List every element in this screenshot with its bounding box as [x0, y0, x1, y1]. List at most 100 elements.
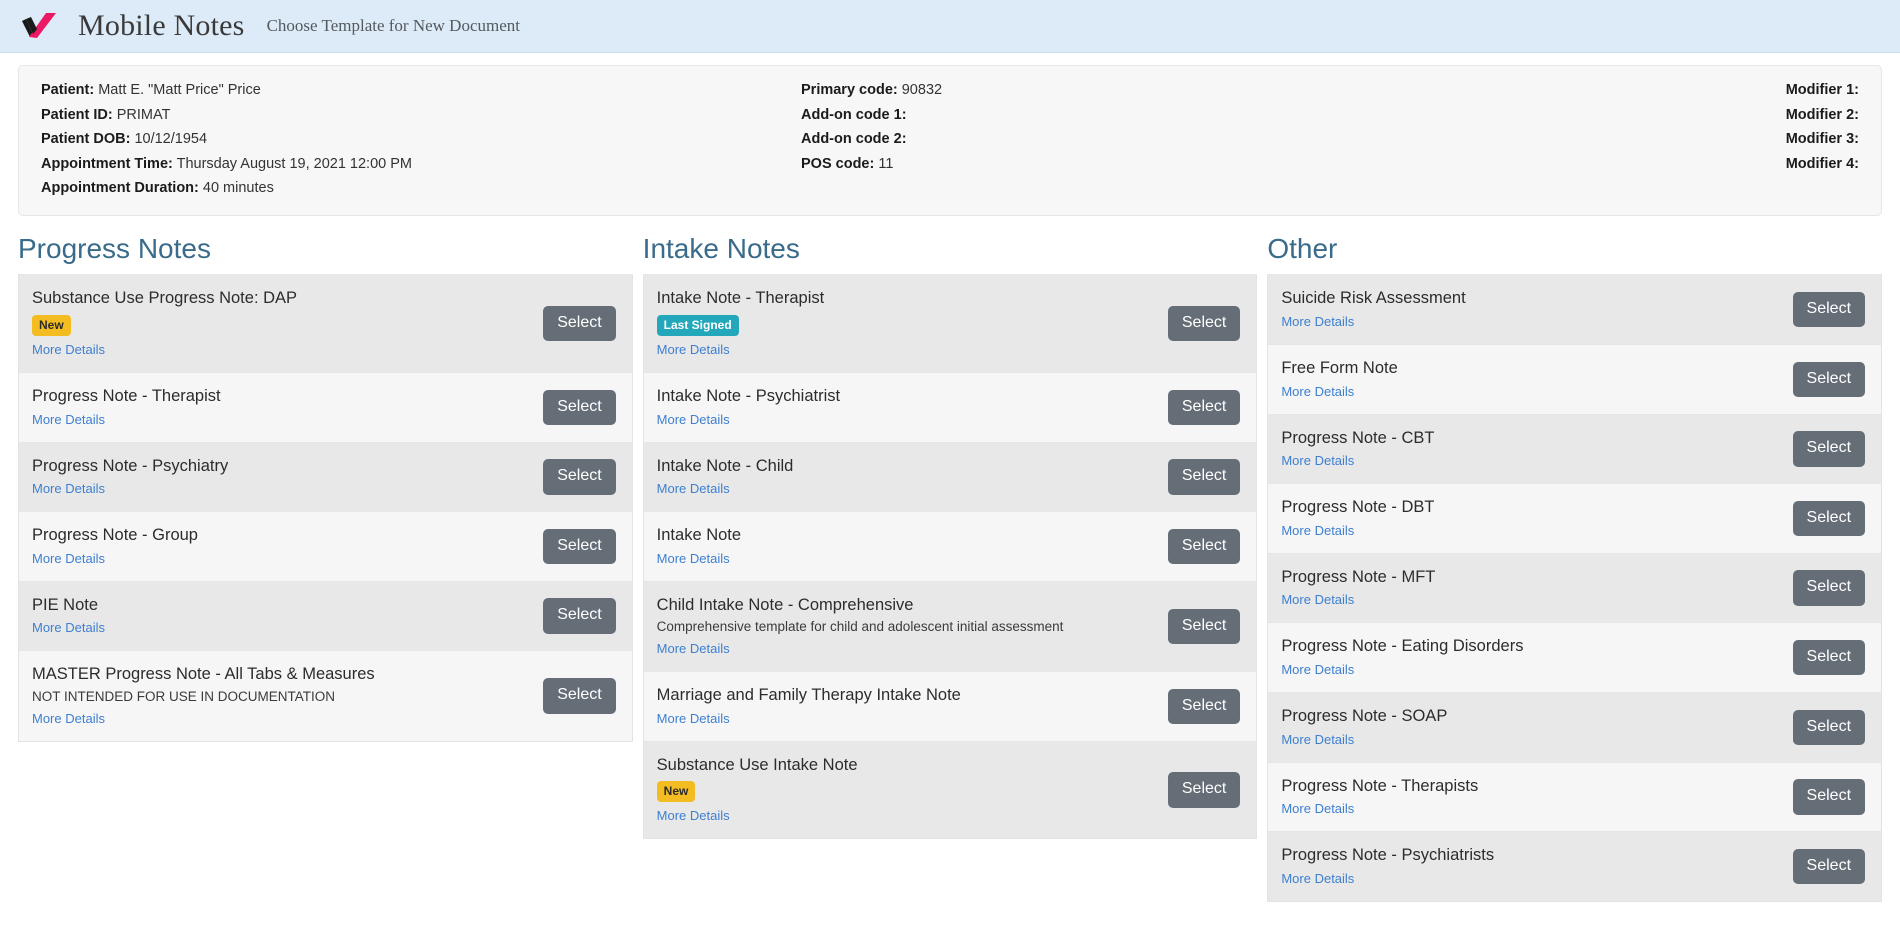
status-badge: Last Signed [656, 314, 739, 336]
patient-field-row: Modifier 1: [1401, 78, 1859, 103]
more-details-link[interactable]: More Details [32, 620, 105, 635]
select-button[interactable]: Select [1792, 709, 1866, 746]
patient-field-row: Modifier 2: [1401, 103, 1859, 128]
select-button[interactable]: Select [1167, 688, 1241, 724]
patient-field-value: 90832 [897, 82, 943, 98]
more-details-link[interactable]: More Details [657, 808, 730, 823]
patient-field-label: Modifier 2: [1785, 106, 1859, 123]
select-button[interactable]: Select [1792, 500, 1866, 537]
more-details-link[interactable]: More Details [32, 481, 105, 496]
more-details-link[interactable]: More Details [32, 711, 105, 726]
select-button[interactable]: Select [1167, 608, 1241, 645]
template-row[interactable]: Substance Use Progress Note: DAP New More … [19, 274, 632, 372]
more-details-link[interactable]: More Details [1281, 314, 1354, 329]
template-info: MASTER Progress Note - All Tabs & Measur… [32, 664, 387, 727]
select-button[interactable]: Select [543, 598, 616, 634]
patient-field-label: Primary code: [801, 82, 898, 98]
more-details-link[interactable]: More Details [1281, 662, 1354, 677]
select-button[interactable]: Select [1167, 772, 1241, 808]
select-button[interactable]: Select [543, 389, 616, 425]
select-button[interactable]: Select [1167, 459, 1241, 495]
template-row[interactable]: Intake Note - Child More Details Select [643, 441, 1257, 512]
template-row[interactable]: PIE Note More Details Select [19, 580, 632, 651]
patient-field-label: Patient DOB: [41, 131, 131, 147]
template-column-progress-notes: Progress Notes Substance Use Progress Not… [18, 226, 633, 742]
patient-field-row: Patient ID: PRIMAT [41, 103, 801, 128]
template-row[interactable]: MASTER Progress Note - All Tabs & Measur… [19, 650, 632, 741]
template-info: Child Intake Note - Comprehensive Compreh… [657, 595, 1076, 658]
template-row[interactable]: Progress Note - SOAP More Details Select [1268, 692, 1882, 762]
template-badge-row: Last Signed [656, 312, 825, 340]
select-button[interactable]: Select [1792, 640, 1866, 676]
template-title: Progress Note - Therapists [1281, 776, 1479, 795]
more-details-link[interactable]: More Details [1281, 523, 1354, 538]
template-row[interactable]: Progress Note - Group More Details Select [19, 511, 632, 581]
more-details-link[interactable]: More Details [1281, 384, 1354, 399]
select-button[interactable]: Select [1167, 389, 1241, 425]
template-row[interactable]: Progress Note - Eating Disorders More Det… [1268, 622, 1882, 693]
template-row[interactable]: Progress Note - MFT More Details Select [1268, 552, 1882, 623]
select-button[interactable]: Select [1792, 570, 1866, 606]
patient-field-label: Patient: [41, 82, 95, 98]
template-columns: Progress Notes Substance Use Progress Not… [0, 216, 1900, 937]
patient-banner: Patient: Matt E. "Matt Price" Price Patie… [18, 65, 1882, 216]
template-info: Intake Note More Details [657, 525, 753, 568]
template-title: Progress Note - Psychiatry [32, 456, 229, 475]
more-details-link[interactable]: More Details [657, 412, 730, 427]
select-button[interactable]: Select [543, 459, 616, 495]
more-details-link[interactable]: More Details [32, 412, 105, 427]
select-button[interactable]: Select [1167, 305, 1241, 342]
template-row[interactable]: Child Intake Note - Comprehensive Compreh… [643, 580, 1257, 671]
app-title: Mobile Notes [78, 9, 245, 42]
column-heading-intake-notes: Intake Notes [642, 232, 800, 264]
template-row[interactable]: Substance Use Intake Note New More Details… [643, 740, 1257, 839]
select-button[interactable]: Select [1167, 528, 1241, 565]
template-row[interactable]: Intake Note - Therapist Last Signed More D… [643, 274, 1257, 372]
template-row[interactable]: Progress Note - Psychiatrists More Detail… [1268, 831, 1882, 901]
more-details-link[interactable]: More Details [1281, 801, 1354, 816]
select-button[interactable]: Select [1792, 848, 1866, 885]
select-button[interactable]: Select [1792, 779, 1866, 815]
template-row[interactable]: Intake Note - Psychiatrist More Details Se… [643, 371, 1257, 442]
select-button[interactable]: Select [543, 678, 616, 714]
more-details-link[interactable]: More Details [657, 711, 730, 726]
template-row[interactable]: Intake Note More Details Select [643, 511, 1257, 581]
template-info: Progress Note - Psychiatry More Details [32, 456, 240, 499]
select-button[interactable]: Select [1792, 361, 1866, 397]
patient-field-label: Modifier 3: [1785, 131, 1859, 147]
patient-field-label: POS code: [801, 155, 875, 172]
template-row[interactable]: Progress Note - Psychiatry More Details Se… [19, 441, 632, 512]
status-badge: New [32, 314, 71, 336]
more-details-link[interactable]: More Details [1281, 871, 1354, 886]
patient-field-value: 10/12/1954 [130, 131, 208, 147]
more-details-link[interactable]: More Details [1281, 592, 1354, 607]
app-logo[interactable] [18, 9, 62, 43]
more-details-link[interactable]: More Details [32, 551, 105, 566]
select-button[interactable]: Select [1792, 431, 1866, 467]
patient-banner-wrapper: Patient: Matt E. "Matt Price" Price Patie… [0, 53, 1900, 216]
select-button[interactable]: Select [543, 528, 616, 565]
template-title: Progress Note - Group [32, 526, 198, 545]
more-details-link[interactable]: More Details [657, 551, 730, 566]
template-row[interactable]: Progress Note - Therapists More Details Se… [1268, 761, 1882, 832]
patient-field-row: Primary code: 90832 [801, 78, 1401, 103]
template-row[interactable]: Progress Note - CBT More Details Select [1268, 413, 1882, 484]
more-details-link[interactable]: More Details [657, 342, 730, 357]
more-details-link[interactable]: More Details [657, 641, 730, 656]
more-details-link[interactable]: More Details [32, 342, 105, 357]
template-row[interactable]: Progress Note - Therapist More Details Sel… [19, 371, 632, 442]
more-details-link[interactable]: More Details [1281, 453, 1354, 468]
select-button[interactable]: Select [543, 305, 616, 342]
patient-field-value: Thursday August 19, 2021 12:00 PM [172, 155, 412, 172]
template-row[interactable]: Suicide Risk Assessment More Details Selec… [1268, 274, 1882, 344]
template-row[interactable]: Marriage and Family Therapy Intake Note M… [643, 670, 1257, 741]
more-details-link[interactable]: More Details [1281, 732, 1354, 747]
template-title: Marriage and Family Therapy Intake Note [656, 685, 961, 704]
template-row[interactable]: Free Form Note More Details Select [1268, 343, 1882, 414]
column-heading-progress-notes: Progress Notes [18, 232, 211, 264]
template-row[interactable]: Progress Note - DBT More Details Select [1268, 483, 1882, 553]
more-details-link[interactable]: More Details [657, 481, 730, 496]
template-description: NOT INTENDED FOR USE IN DOCUMENTATION [32, 689, 336, 705]
select-button[interactable]: Select [1792, 291, 1866, 328]
template-info: Substance Use Intake Note New More Details [656, 755, 870, 826]
